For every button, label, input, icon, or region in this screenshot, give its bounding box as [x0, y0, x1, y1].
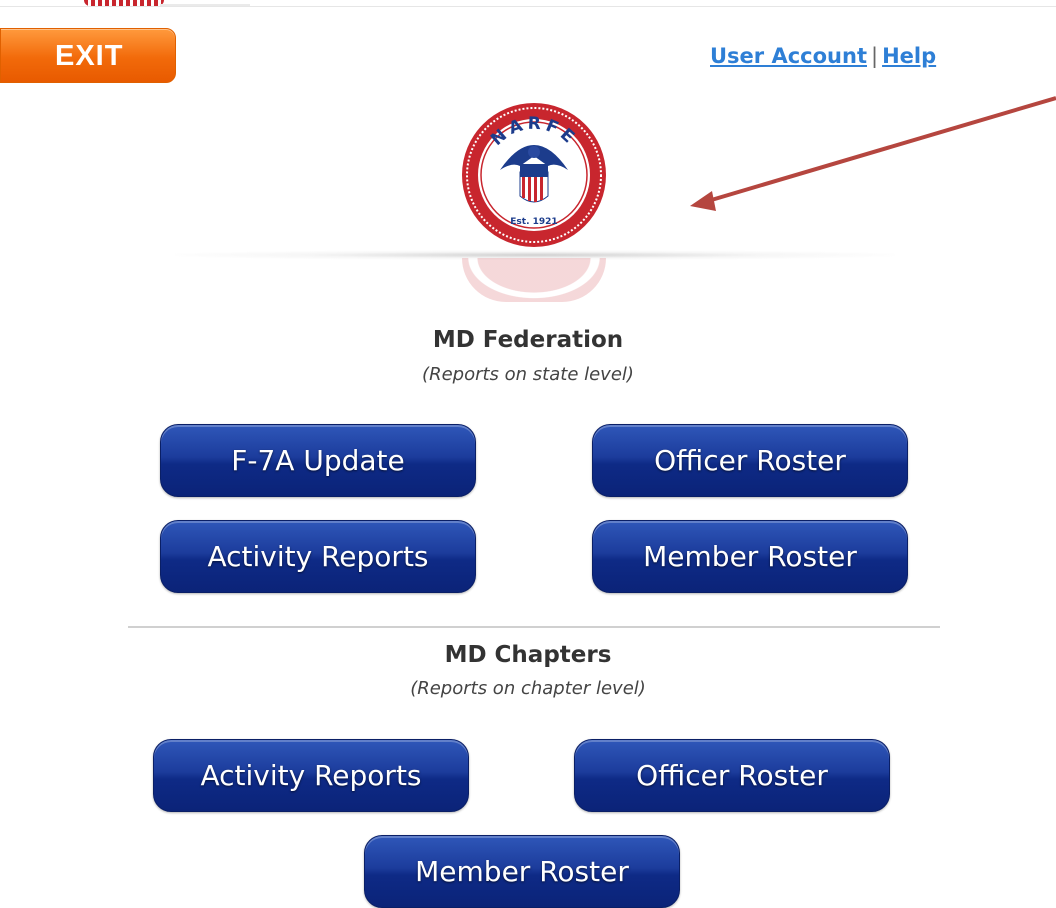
- chapters-activity-reports-button[interactable]: Activity Reports: [153, 739, 469, 812]
- narfe-seal-logo: NARFE Est. 1921: [460, 100, 608, 250]
- chapters-member-roster-button[interactable]: Member Roster: [364, 835, 680, 908]
- federation-activity-reports-button[interactable]: Activity Reports: [160, 520, 476, 593]
- federation-member-roster-button[interactable]: Member Roster: [592, 520, 908, 593]
- federation-f7a-update-button[interactable]: F-7A Update: [160, 424, 476, 497]
- link-separator: |: [870, 44, 879, 68]
- chapters-title: MD Chapters: [444, 642, 612, 668]
- seal-est-text: Est. 1921: [510, 217, 557, 227]
- section-divider: [128, 626, 940, 628]
- narfe-eagle-seal-icon: NARFE Est. 1921: [462, 103, 606, 247]
- chapters-subtitle: (Reports on chapter level): [410, 678, 646, 699]
- user-account-link[interactable]: User Account: [710, 44, 867, 68]
- chapters-officer-roster-button[interactable]: Officer Roster: [574, 739, 890, 812]
- federation-officer-roster-button[interactable]: Officer Roster: [592, 424, 908, 497]
- partial-logo-icon: [84, 0, 164, 6]
- top-links: User Account | Help: [710, 44, 936, 74]
- header-divider: [160, 4, 250, 6]
- federation-subtitle: (Reports on state level): [422, 364, 634, 385]
- help-link[interactable]: Help: [882, 44, 936, 68]
- federation-title: MD Federation: [432, 327, 624, 353]
- logo-reflection: [462, 258, 606, 302]
- exit-button[interactable]: EXIT: [0, 28, 176, 83]
